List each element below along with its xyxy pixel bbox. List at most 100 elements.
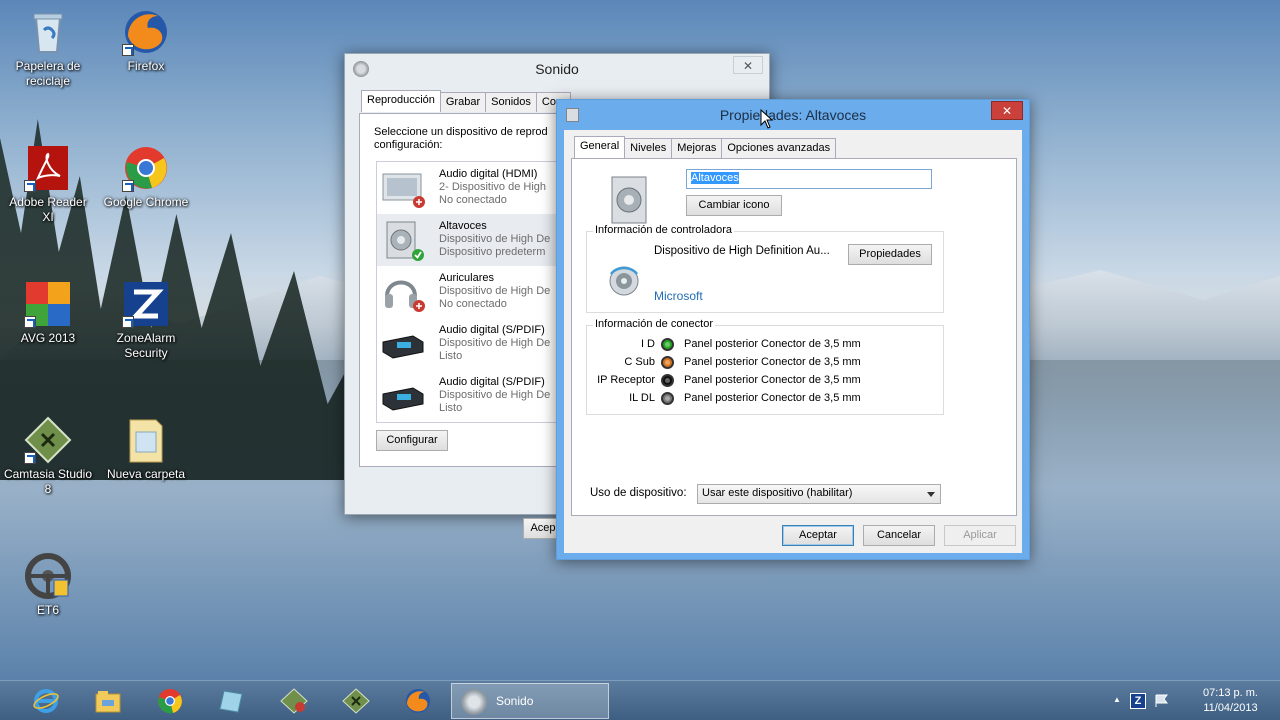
desktop-icon-camtasia[interactable]: Camtasia Studio 8 bbox=[2, 416, 94, 497]
folder-icon bbox=[122, 416, 170, 464]
desktop-icon-recycle-bin[interactable]: Papelera de reciclaje bbox=[2, 8, 94, 89]
spdif-receiver-icon bbox=[382, 387, 424, 411]
taskbar-clock[interactable]: 07:13 p. m. 11/04/2013 bbox=[1203, 686, 1258, 716]
desktop-icon-new-folder[interactable]: Nueva carpeta bbox=[100, 416, 192, 482]
zonealarm-tray-icon[interactable]: Z bbox=[1130, 693, 1146, 709]
connector-text: Panel posterior Conector de 3,5 mm bbox=[684, 338, 861, 350]
apply-button[interactable]: Aplicar bbox=[944, 525, 1016, 546]
mouse-cursor-icon bbox=[760, 109, 774, 129]
desktop-icon-et6[interactable]: ET6 bbox=[2, 552, 94, 618]
connector-row: IP Receptor Panel posterior Conector de … bbox=[587, 372, 947, 390]
device-item-spdif-1[interactable]: Audio digital (S/PDIF) Dispositivo de Hi… bbox=[377, 318, 559, 370]
camtasia-icon bbox=[342, 688, 370, 714]
chrome-icon bbox=[122, 144, 170, 192]
jack-color-dot bbox=[661, 374, 674, 387]
tab-niveles[interactable]: Niveles bbox=[624, 138, 673, 158]
sound-tabs: Reproducción Grabar Sonidos Com bbox=[361, 90, 572, 112]
device-usage-select[interactable]: Usar este dispositivo (habilitar) bbox=[697, 484, 941, 504]
taskbar: Sonido ▲ Z 07:13 p. m. 11/04/2013 bbox=[0, 680, 1280, 720]
show-hidden-icons-button[interactable]: ▲ bbox=[1113, 695, 1121, 704]
clock-time: 07:13 p. m. bbox=[1202, 687, 1258, 699]
taskbar-sound[interactable]: Sonido bbox=[451, 683, 609, 719]
chrome-icon bbox=[158, 689, 182, 714]
tab-grabar[interactable]: Grabar bbox=[439, 92, 487, 112]
device-sub: Dispositivo de High De bbox=[439, 389, 551, 401]
desktop-icon-zonealarm[interactable]: ZoneAlarm Security bbox=[100, 280, 192, 361]
sound-close-button[interactable]: ✕ bbox=[733, 56, 763, 74]
connector-label: I D bbox=[640, 338, 655, 350]
device-usage-label: Uso de dispositivo: bbox=[590, 487, 687, 499]
cancel-button[interactable]: Cancelar bbox=[863, 525, 935, 546]
desktop-icon-google-chrome[interactable]: Google Chrome bbox=[100, 144, 192, 210]
properties-body: General Niveles Mejoras Opciones avanzad… bbox=[564, 130, 1022, 553]
tab-opciones-avanzadas[interactable]: Opciones avanzadas bbox=[721, 138, 837, 158]
monitor-icon bbox=[382, 173, 425, 208]
connector-label: IL DL bbox=[629, 392, 655, 404]
controller-name: Dispositivo de High Definition Au... bbox=[654, 245, 830, 257]
configure-button[interactable]: Configurar bbox=[376, 430, 448, 451]
connector-row: IL DL Panel posterior Conector de 3,5 mm bbox=[587, 390, 947, 408]
device-item-spdif-2[interactable]: Audio digital (S/PDIF) Dispositivo de Hi… bbox=[377, 370, 559, 422]
device-item-hdmi[interactable]: Audio digital (HDMI) 2- Dispositivo de H… bbox=[377, 162, 559, 214]
firefox-icon bbox=[122, 8, 170, 56]
instruction-text-1: Seleccione un dispositivo de reprod bbox=[374, 126, 548, 138]
system-tray: ▲ Z 07:13 p. m. 11/04/2013 bbox=[1110, 681, 1280, 720]
taskbar-camtasia-recorder[interactable] bbox=[268, 685, 320, 717]
reproduccion-panel: Seleccione un dispositivo de reprod conf… bbox=[359, 113, 560, 467]
controller-group-label: Información de controladora bbox=[593, 224, 734, 236]
tab-sonidos[interactable]: Sonidos bbox=[485, 92, 537, 112]
device-name: Altavoces bbox=[439, 220, 487, 232]
jack-color-dot bbox=[661, 392, 674, 405]
taskbar-firefox[interactable] bbox=[392, 685, 444, 717]
device-status: Dispositivo predeterm bbox=[439, 246, 546, 258]
adobe-reader-icon bbox=[24, 144, 72, 192]
camtasia-icon bbox=[24, 416, 72, 464]
desktop-icon-adobe-reader[interactable]: Adobe Reader XI bbox=[2, 144, 94, 225]
device-sub: 2- Dispositivo de High bbox=[439, 181, 546, 193]
tab-mejoras[interactable]: Mejoras bbox=[671, 138, 723, 158]
taskbar-camtasia-studio[interactable] bbox=[330, 685, 382, 717]
device-name: Audio digital (S/PDIF) bbox=[439, 324, 545, 336]
taskbar-chrome[interactable] bbox=[144, 685, 196, 717]
device-name-input[interactable]: Altavoces bbox=[686, 169, 932, 189]
desktop-icon-firefox[interactable]: Firefox bbox=[100, 8, 192, 74]
properties-window-title: Propiedades: Altavoces bbox=[719, 107, 867, 123]
jack-color-dot bbox=[661, 338, 674, 351]
taskbar-file-explorer[interactable] bbox=[82, 685, 134, 717]
device-sub: Dispositivo de High De bbox=[439, 337, 551, 349]
app-icon bbox=[219, 690, 243, 713]
tab-reproduccion[interactable]: Reproducción bbox=[361, 90, 441, 112]
sound-titlebar[interactable]: Sonido ✕ bbox=[345, 54, 769, 84]
properties-close-button[interactable]: ✕ bbox=[991, 101, 1023, 120]
taskbar-internet-explorer[interactable] bbox=[20, 685, 72, 717]
action-center-flag-icon[interactable] bbox=[1154, 694, 1170, 708]
tab-general[interactable]: General bbox=[574, 136, 626, 158]
connector-group: Información de conector I D Panel poster… bbox=[586, 318, 947, 415]
spdif-receiver-icon bbox=[382, 335, 424, 359]
device-sub: Dispositivo de High De bbox=[439, 285, 551, 297]
properties-tabs: General Niveles Mejoras Opciones avanzad… bbox=[574, 136, 837, 158]
device-item-auriculares[interactable]: Auriculares Dispositivo de High De No co… bbox=[377, 266, 559, 318]
headphones-icon bbox=[385, 280, 425, 312]
device-list[interactable]: Audio digital (HDMI) 2- Dispositivo de H… bbox=[376, 161, 560, 423]
device-item-altavoces[interactable]: Altavoces Dispositivo de High De Disposi… bbox=[377, 214, 559, 266]
device-status: No conectado bbox=[439, 194, 507, 206]
desktop-icon-avg[interactable]: AVG 2013 bbox=[2, 280, 94, 346]
connector-text: Panel posterior Conector de 3,5 mm bbox=[684, 356, 861, 368]
change-icon-button[interactable]: Cambiar icono bbox=[686, 195, 782, 216]
properties-titlebar[interactable]: Propiedades: Altavoces ✕ bbox=[557, 100, 1029, 130]
speaker-icon bbox=[461, 689, 487, 715]
firefox-icon bbox=[406, 689, 430, 713]
connector-label: IP Receptor bbox=[597, 374, 655, 386]
jack-color-dot bbox=[661, 356, 674, 369]
controller-properties-button[interactable]: Propiedades bbox=[848, 244, 932, 265]
chevron-down-icon bbox=[927, 492, 935, 497]
connector-row: C Sub Panel posterior Conector de 3,5 mm bbox=[587, 354, 947, 372]
controller-group: Información de controladora Dispositivo … bbox=[586, 224, 944, 313]
taskbar-app[interactable] bbox=[206, 685, 258, 717]
clock-date: 11/04/2013 bbox=[1203, 702, 1258, 714]
ok-button[interactable]: Aceptar bbox=[782, 525, 854, 546]
instruction-text-2: configuración: bbox=[374, 139, 443, 151]
device-status: Listo bbox=[439, 350, 463, 362]
internet-explorer-icon bbox=[33, 689, 59, 713]
